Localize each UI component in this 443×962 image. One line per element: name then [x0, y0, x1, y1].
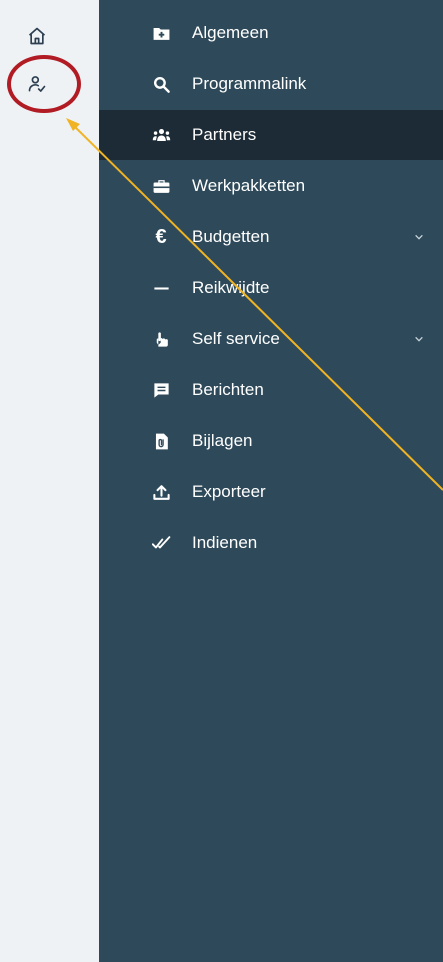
nav-item-exporteer[interactable]: Exporteer [99, 467, 443, 517]
upload-icon [149, 480, 173, 504]
chevron-down-icon[interactable] [413, 333, 425, 345]
nav-label: Exporteer [192, 482, 266, 501]
minus-icon [149, 276, 173, 300]
nav-item-algemeen[interactable]: Algemeen [99, 8, 443, 58]
nav-item-self-service[interactable]: Self service [99, 314, 443, 364]
annotation-circle [7, 55, 81, 113]
nav-label: Werkpakketten [192, 176, 306, 195]
nav-item-partners[interactable]: Partners [99, 110, 443, 160]
nav-label: Bijlagen [192, 431, 253, 450]
briefcase-icon [149, 174, 173, 198]
search-icon [149, 72, 173, 96]
nav-item-berichten[interactable]: Berichten [99, 365, 443, 415]
nav-label: Berichten [192, 380, 264, 399]
sidebar-nav: Algemeen Programmalink Partners Werkpakk… [99, 0, 443, 962]
icon-rail [0, 0, 99, 962]
nav-label: Programmalink [192, 74, 307, 93]
attachment-file-icon [149, 429, 173, 453]
nav-label: Budgetten [192, 227, 270, 246]
double-check-icon [149, 531, 173, 555]
euro-icon: € [155, 225, 167, 248]
nav-item-bijlagen[interactable]: Bijlagen [99, 416, 443, 466]
nav-item-programmalink[interactable]: Programmalink [99, 59, 443, 109]
home-icon[interactable] [25, 24, 49, 48]
hand-pointer-icon [149, 327, 173, 351]
nav-label: Algemeen [192, 23, 269, 42]
folder-plus-icon [149, 21, 173, 45]
nav-item-werkpakketten[interactable]: Werkpakketten [99, 161, 443, 211]
nav-label: Indienen [192, 533, 258, 552]
users-icon [149, 123, 173, 147]
message-icon [149, 378, 173, 402]
nav-item-indienen[interactable]: Indienen [99, 518, 443, 568]
nav-label: Reikwijdte [192, 278, 270, 297]
nav-item-budgetten[interactable]: € Budgetten [99, 212, 443, 262]
nav-item-reikwijdte[interactable]: Reikwijdte [99, 263, 443, 313]
nav-label: Partners [192, 125, 257, 144]
nav-label: Self service [192, 329, 280, 348]
chevron-down-icon[interactable] [413, 231, 425, 243]
